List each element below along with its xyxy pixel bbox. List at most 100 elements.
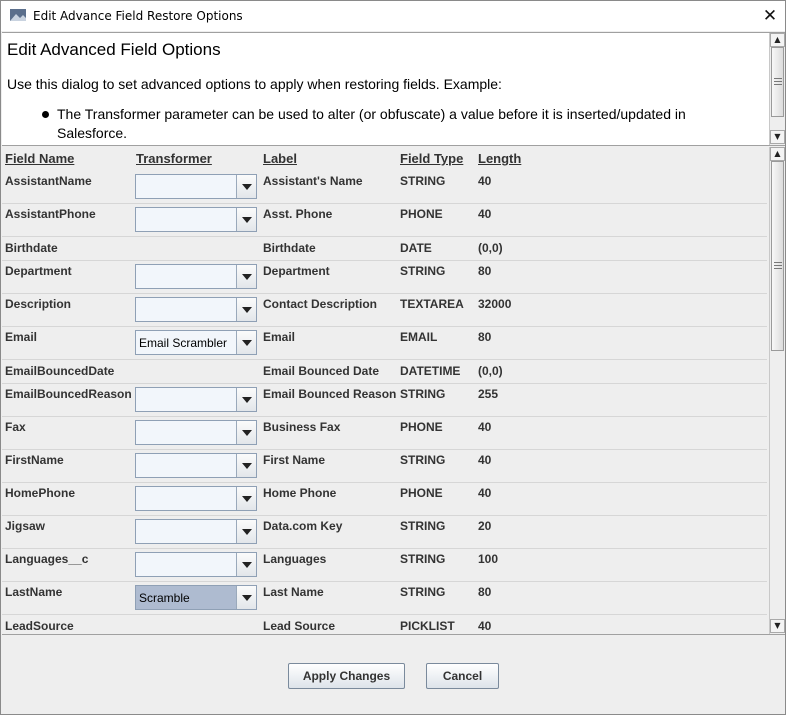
chevron-down-icon[interactable] [236,331,256,354]
cell-field-type: STRING [400,585,446,599]
scroll-down-icon[interactable]: ▼ [770,619,785,633]
cell-label: Email Bounced Reason [263,387,397,401]
cell-label: Languages [263,552,327,566]
table-row: HomePhone Home Phone PHONE 40 [2,483,767,516]
chevron-down-icon[interactable] [236,298,256,321]
cell-label: Data.com Key [263,519,343,533]
table-row: LeadSource Lead Source PICKLIST 40 [2,615,767,634]
cell-field-type: STRING [400,174,446,188]
chevron-down-icon[interactable] [236,421,256,444]
scroll-thumb[interactable] [771,47,784,117]
cell-field-type: PHONE [400,486,443,500]
cell-length: 32000 [478,297,512,311]
table-row: Jigsaw Data.com Key STRING 20 [2,516,767,549]
cell-label: Home Phone [263,486,337,500]
title-bar: Edit Advance Field Restore Options ✕ [1,1,785,31]
cell-label: First Name [263,453,326,467]
cell-field-type: DATETIME [400,364,461,378]
cell-label: Contact Description [263,297,378,311]
cell-length: (0,0) [478,241,503,255]
cell-label: Department [263,264,330,278]
transformer-select[interactable]: Scramble [135,585,257,610]
transformer-select[interactable]: Email Scrambler [135,330,257,355]
cell-label: Business Fax [263,420,341,434]
cell-length: 40 [478,486,492,500]
description-heading: Edit Advanced Field Options [7,40,221,59]
scroll-thumb[interactable] [771,161,784,351]
transformer-select[interactable] [135,297,257,322]
table-row: EmailBouncedDate Email Bounced Date DATETI… [2,360,767,384]
table-row: Department Department STRING 80 [2,261,767,294]
description-pane: Edit Advanced Field Options Use this dia… [2,32,785,146]
header-field-type[interactable]: Field Type [400,151,463,166]
apply-changes-button[interactable]: Apply Changes [288,663,405,689]
header-label[interactable]: Label [263,151,297,166]
fields-table: Field Name Transformer Label Field Type … [2,147,785,635]
chevron-down-icon[interactable] [236,553,256,576]
app-icon [10,9,26,21]
cell-field-type: EMAIL [400,330,438,344]
table-row: Fax Business Fax PHONE 40 [2,417,767,450]
cell-field-type: STRING [400,519,446,533]
chevron-down-icon[interactable] [236,175,256,198]
chevron-down-icon[interactable] [236,487,256,510]
bullet-icon [42,111,49,118]
table-row: Languages__c Languages STRING 100 [2,549,767,582]
transformer-select[interactable] [135,552,257,577]
table-scrollbar[interactable]: ▲ ▼ [769,147,785,634]
chevron-down-icon[interactable] [236,454,256,477]
cell-field-type: PICKLIST [400,619,455,633]
cell-length: 80 [478,330,492,344]
transformer-select[interactable] [135,519,257,544]
transformer-select[interactable] [135,264,257,289]
cell-field-name: FirstName [5,453,64,467]
cell-label: Birthdate [263,241,316,255]
transformer-value: Scramble [139,591,190,605]
scroll-down-icon[interactable]: ▼ [770,130,785,144]
chevron-down-icon[interactable] [236,586,256,609]
cell-label: Last Name [263,585,324,599]
transformer-select[interactable] [135,453,257,478]
table-row: FirstName First Name STRING 40 [2,450,767,483]
cell-length: (0,0) [478,364,503,378]
cancel-button[interactable]: Cancel [426,663,499,689]
scroll-up-icon[interactable]: ▲ [770,33,785,47]
cell-field-name: Department [5,264,72,278]
table-row: AssistantPhone Asst. Phone PHONE 40 [2,204,767,237]
cell-length: 20 [478,519,492,533]
cell-field-name: EmailBouncedReason [5,387,132,401]
chevron-down-icon[interactable] [236,265,256,288]
cell-length: 100 [478,552,499,566]
cell-field-name: Jigsaw [5,519,46,533]
chevron-down-icon[interactable] [236,208,256,231]
cell-field-type: PHONE [400,420,443,434]
cell-field-name: LeadSource [5,619,74,633]
cell-length: 80 [478,264,492,278]
description-scrollbar[interactable]: ▲ ▼ [769,33,785,145]
cell-length: 40 [478,453,492,467]
scroll-up-icon[interactable]: ▲ [770,147,785,161]
cell-label: Email Bounced Date [263,364,380,378]
cell-label: Email [263,330,296,344]
header-field-name[interactable]: Field Name [5,151,74,166]
chevron-down-icon[interactable] [236,520,256,543]
header-length[interactable]: Length [478,151,521,166]
close-icon[interactable]: ✕ [755,1,785,31]
cell-field-type: STRING [400,264,446,278]
transformer-select[interactable] [135,486,257,511]
description-bullet: The Transformer parameter can be used to… [57,106,686,141]
transformer-select[interactable] [135,207,257,232]
transformer-select[interactable] [135,420,257,445]
cell-field-name: Email [5,330,38,344]
cell-field-type: PHONE [400,207,443,221]
cell-field-name: Fax [5,420,26,434]
header-transformer[interactable]: Transformer [136,151,212,166]
cell-field-type: TEXTAREA [400,297,464,311]
transformer-select[interactable] [135,174,257,199]
table-row: AssistantName Assistant's Name STRING 40 [2,171,767,204]
table-row: Birthdate Birthdate DATE (0,0) [2,237,767,261]
chevron-down-icon[interactable] [236,388,256,411]
cell-field-type: STRING [400,552,446,566]
transformer-select[interactable] [135,387,257,412]
cell-field-name: AssistantName [5,174,92,188]
